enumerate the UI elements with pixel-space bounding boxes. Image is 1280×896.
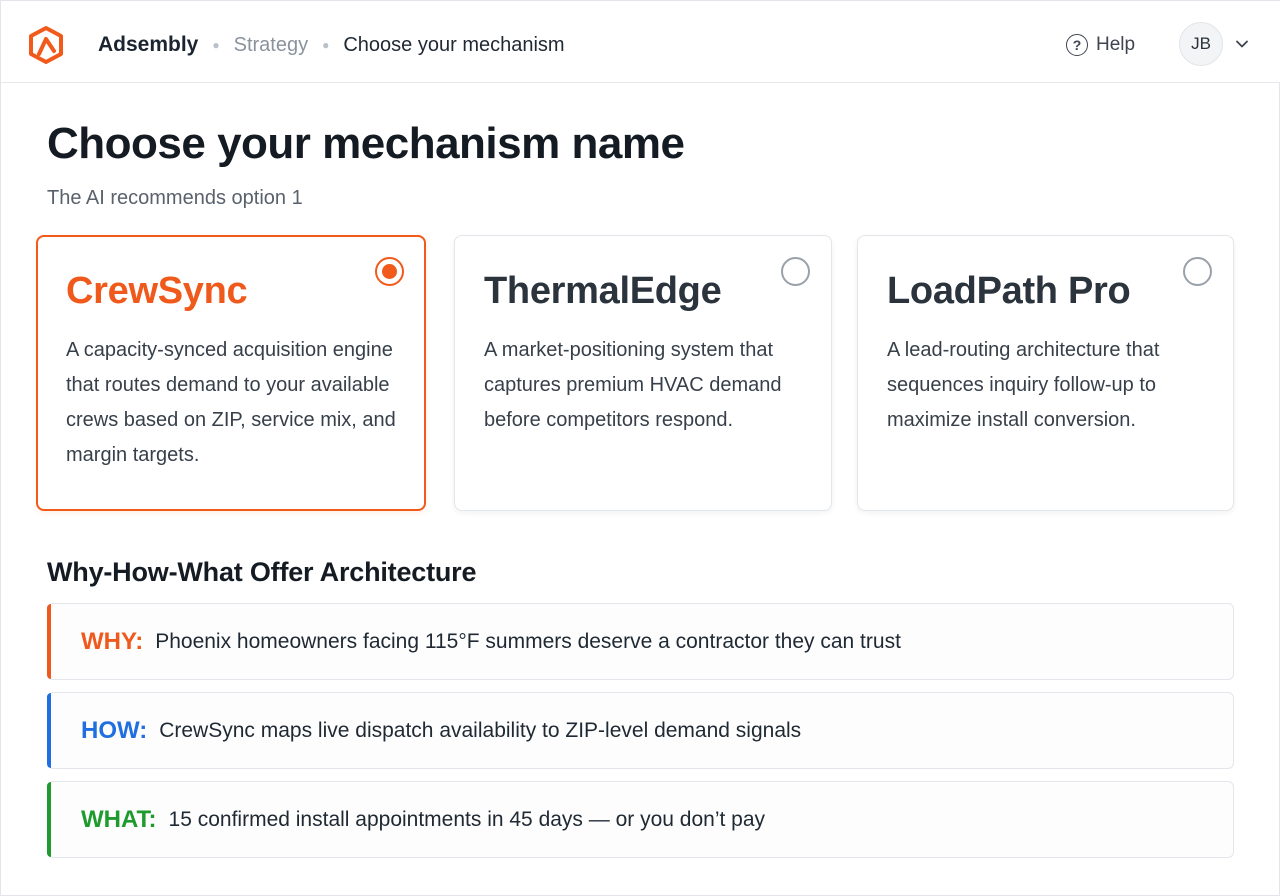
why-label: WHY: (81, 627, 144, 655)
radio-dot (382, 264, 397, 279)
radio-selected[interactable] (375, 257, 404, 286)
radio-unselected[interactable] (1183, 257, 1212, 286)
how-row: HOW: CrewSync maps live dispatch availab… (47, 692, 1234, 769)
how-label: HOW: (81, 716, 148, 744)
help-icon: ? (1066, 34, 1088, 56)
option-description: A lead-routing architecture that sequenc… (887, 339, 1160, 431)
option-card-thermaledge[interactable]: ThermalEdge A market-positioning system … (454, 235, 832, 511)
breadcrumb: Adsembly ● Strategy ● Choose your mechan… (98, 29, 565, 61)
how-accent-bar (47, 693, 51, 768)
option-card-crewsync[interactable]: CrewSync A capacity-synced acquisition e… (36, 235, 426, 511)
chevron-down-icon[interactable] (1236, 38, 1248, 50)
what-text: 15 confirmed install appointments in 45 … (168, 807, 766, 831)
top-bar: Adsembly ● Strategy ● Choose your mechan… (1, 1, 1280, 83)
option-title: ThermalEdge (484, 270, 722, 312)
brand-name[interactable]: Adsembly (98, 33, 198, 57)
what-row: WHAT: 15 confirmed install appointments … (47, 781, 1234, 858)
option-title: CrewSync (66, 270, 248, 312)
how-text: CrewSync maps live dispatch availability… (159, 718, 802, 742)
what-accent-bar (47, 782, 51, 857)
what-label: WHAT: (81, 805, 157, 833)
option-title: LoadPath Pro (887, 270, 1131, 312)
avatar[interactable]: JB (1179, 22, 1223, 66)
why-text: Phoenix homeowners facing 115°F summers … (155, 629, 901, 653)
option-description: A capacity-synced acquisition engine tha… (66, 339, 396, 466)
app-frame: Adsembly ● Strategy ● Choose your mechan… (0, 0, 1280, 896)
help-label: Help (1096, 34, 1136, 55)
logo-icon[interactable] (27, 25, 65, 65)
radio-unselected[interactable] (781, 257, 810, 286)
page-subtitle: The AI recommends option 1 (47, 187, 303, 209)
page-title: Choose your mechanism name (47, 119, 685, 168)
breadcrumb-separator: ● (212, 38, 220, 52)
breadcrumb-separator: ● (322, 38, 330, 52)
option-card-loadpath-pro[interactable]: LoadPath Pro A lead-routing architecture… (857, 235, 1234, 511)
breadcrumb-strategy[interactable]: Strategy (234, 34, 308, 57)
breadcrumb-current: Choose your mechanism (343, 33, 565, 56)
option-description: A market-positioning system that capture… (484, 339, 782, 431)
why-accent-bar (47, 604, 51, 679)
help-button[interactable]: ? Help (1066, 32, 1135, 58)
section-title: Why-How-What Offer Architecture (47, 557, 477, 587)
why-row: WHY: Phoenix homeowners facing 115°F sum… (47, 603, 1234, 680)
